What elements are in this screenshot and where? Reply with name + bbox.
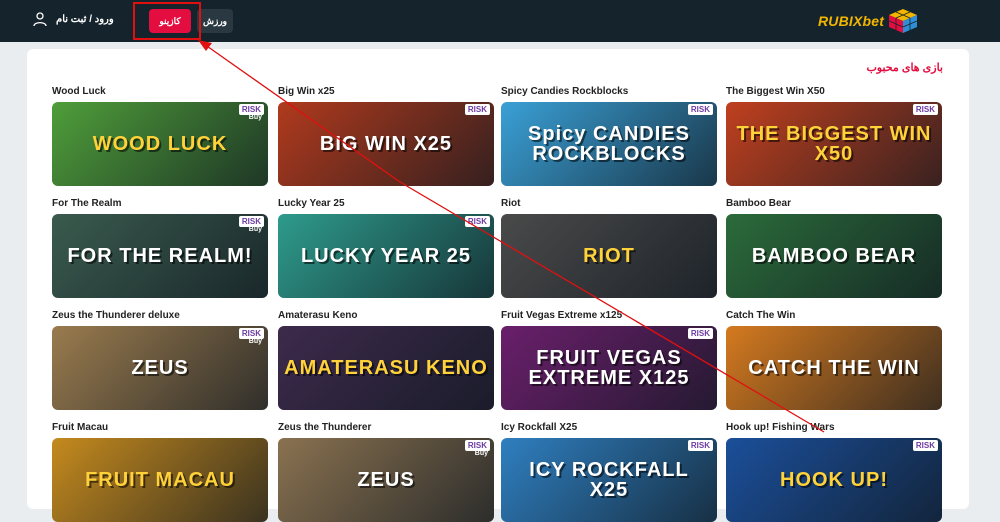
game-thumbnail[interactable]: RIOT — [501, 214, 717, 298]
game-card[interactable]: Riot RIOT — [501, 198, 717, 298]
game-card[interactable]: For The Realm FOR THE REALM! RISK Buy — [52, 198, 268, 298]
game-thumbnail[interactable]: LUCKY YEAR 25 RISK — [278, 214, 494, 298]
logo-text: RUBIXbet — [818, 13, 885, 29]
game-title: The Biggest Win X50 — [726, 86, 825, 97]
game-title: Riot — [501, 198, 521, 209]
annotation-highlight-box — [133, 2, 201, 40]
risk-badge: RISK — [687, 328, 713, 339]
game-thumbnail-label: FRUIT VEGAS EXTREME X125 — [528, 347, 690, 389]
buy-badge: Buy — [248, 114, 262, 121]
risk-badge: RISK — [687, 440, 713, 451]
game-title: Catch The Win — [726, 310, 796, 321]
game-thumbnail-label: ZEUS — [357, 469, 415, 491]
game-card[interactable]: Lucky Year 25 LUCKY YEAR 25 RISK — [278, 198, 494, 298]
game-title: Fruit Macau — [52, 422, 109, 433]
game-thumbnail-label: AMATERASU KENO — [284, 357, 488, 379]
site-logo[interactable]: RUBIXbet — [818, 8, 918, 34]
game-thumbnail-label: LUCKY YEAR 25 — [300, 245, 472, 267]
game-thumbnail[interactable]: ZEUS RISK Buy — [52, 326, 268, 410]
game-thumbnail[interactable]: AMATERASU KENO — [278, 326, 494, 410]
game-thumbnail-label: RIOT — [583, 245, 635, 267]
buy-badge: Buy — [474, 450, 488, 457]
risk-badge: RISK — [912, 104, 938, 115]
popular-games-title: بازی های محبوب — [866, 62, 943, 74]
game-title: Fruit Vegas Extreme x125 — [501, 310, 623, 321]
game-thumbnail-label: ICY ROCKFALL X25 — [529, 459, 689, 501]
game-thumbnail-label: WOOD LUCK — [92, 133, 228, 155]
game-thumbnail-label: ZEUS — [131, 357, 189, 379]
game-thumbnail[interactable]: HOOK UP! RISK — [726, 438, 942, 522]
game-title: Hook up! Fishing Wars — [726, 422, 835, 433]
game-card[interactable]: Spicy Candies Rockblocks Spicy CANDIES RO… — [501, 86, 717, 186]
game-thumbnail-label: Spicy CANDIES ROCKBLOCKS — [528, 123, 690, 165]
game-thumbnail-label: THE BIGGEST WIN X50 — [736, 123, 932, 165]
game-thumbnail-label: CATCH THE WIN — [748, 357, 920, 379]
nav-sport-button[interactable]: ورزش — [197, 9, 233, 33]
game-card[interactable]: Big Win x25 BIG WIN X25 RISK — [278, 86, 494, 186]
game-thumbnail-label: FOR THE REALM! — [67, 245, 253, 267]
game-card[interactable]: Fruit Macau FRUIT MACAU — [52, 422, 268, 522]
game-title: Spicy Candies Rockblocks — [501, 86, 629, 97]
game-card[interactable]: Catch The Win CATCH THE WIN — [726, 310, 942, 410]
game-title: Lucky Year 25 — [278, 198, 345, 209]
game-card[interactable]: Zeus the Thunderer deluxe ZEUS RISK Buy — [52, 310, 268, 410]
risk-badge: RISK — [912, 440, 938, 451]
rubik-cube-icon — [889, 9, 918, 33]
game-thumbnail[interactable]: ZEUS RISK Buy — [278, 438, 494, 522]
buy-badge: Buy — [248, 226, 262, 233]
game-card[interactable]: Zeus the Thunderer ZEUS RISK Buy — [278, 422, 494, 522]
game-card[interactable]: Amaterasu Keno AMATERASU KENO — [278, 310, 494, 410]
game-thumbnail[interactable]: BAMBOO BEAR — [726, 214, 942, 298]
game-thumbnail[interactable]: FRUIT VEGAS EXTREME X125 RISK — [501, 326, 717, 410]
game-title: Amaterasu Keno — [278, 310, 358, 321]
risk-badge: RISK — [464, 104, 490, 115]
risk-badge: RISK — [687, 104, 713, 115]
risk-badge: RISK — [464, 216, 490, 227]
login-register-label: ورود / ثبت نام — [56, 13, 114, 25]
game-title: Bamboo Bear — [726, 198, 792, 209]
game-thumbnail[interactable]: FOR THE REALM! RISK Buy — [52, 214, 268, 298]
game-thumbnail-label: BAMBOO BEAR — [751, 245, 917, 267]
game-thumbnail[interactable]: CATCH THE WIN — [726, 326, 942, 410]
game-thumbnail-label: BIG WIN X25 — [319, 133, 453, 155]
game-card[interactable]: Icy Rockfall X25 ICY ROCKFALL X25 RISK — [501, 422, 717, 522]
game-title: Wood Luck — [52, 86, 106, 97]
game-card[interactable]: Hook up! Fishing Wars HOOK UP! RISK — [726, 422, 942, 522]
login-register-button[interactable]: ورود / ثبت نام — [32, 11, 114, 27]
game-title: Icy Rockfall X25 — [501, 422, 578, 433]
game-card[interactable]: Bamboo Bear BAMBOO BEAR — [726, 198, 942, 298]
game-thumbnail-label: FRUIT MACAU — [85, 469, 235, 491]
game-title: For The Realm — [52, 198, 122, 209]
game-thumbnail[interactable]: FRUIT MACAU — [52, 438, 268, 522]
game-card[interactable]: The Biggest Win X50 THE BIGGEST WIN X50 RI… — [726, 86, 942, 186]
game-thumbnail-label: HOOK UP! — [780, 469, 888, 491]
game-thumbnail[interactable]: THE BIGGEST WIN X50 RISK — [726, 102, 942, 186]
buy-badge: Buy — [248, 338, 262, 345]
game-thumbnail[interactable]: ICY ROCKFALL X25 RISK — [501, 438, 717, 522]
game-thumbnail[interactable]: BIG WIN X25 RISK — [278, 102, 494, 186]
game-card[interactable]: Fruit Vegas Extreme x125 FRUIT VEGAS EXTR… — [501, 310, 717, 410]
game-title: Big Win x25 — [278, 86, 335, 97]
game-thumbnail[interactable]: WOOD LUCK RISK Buy — [52, 102, 268, 186]
game-title: Zeus the Thunderer — [278, 422, 372, 433]
user-icon — [33, 12, 47, 27]
game-thumbnail[interactable]: Spicy CANDIES ROCKBLOCKS RISK — [501, 102, 717, 186]
game-title: Zeus the Thunderer deluxe — [52, 310, 180, 321]
game-card[interactable]: Wood Luck WOOD LUCK RISK Buy — [52, 86, 268, 186]
